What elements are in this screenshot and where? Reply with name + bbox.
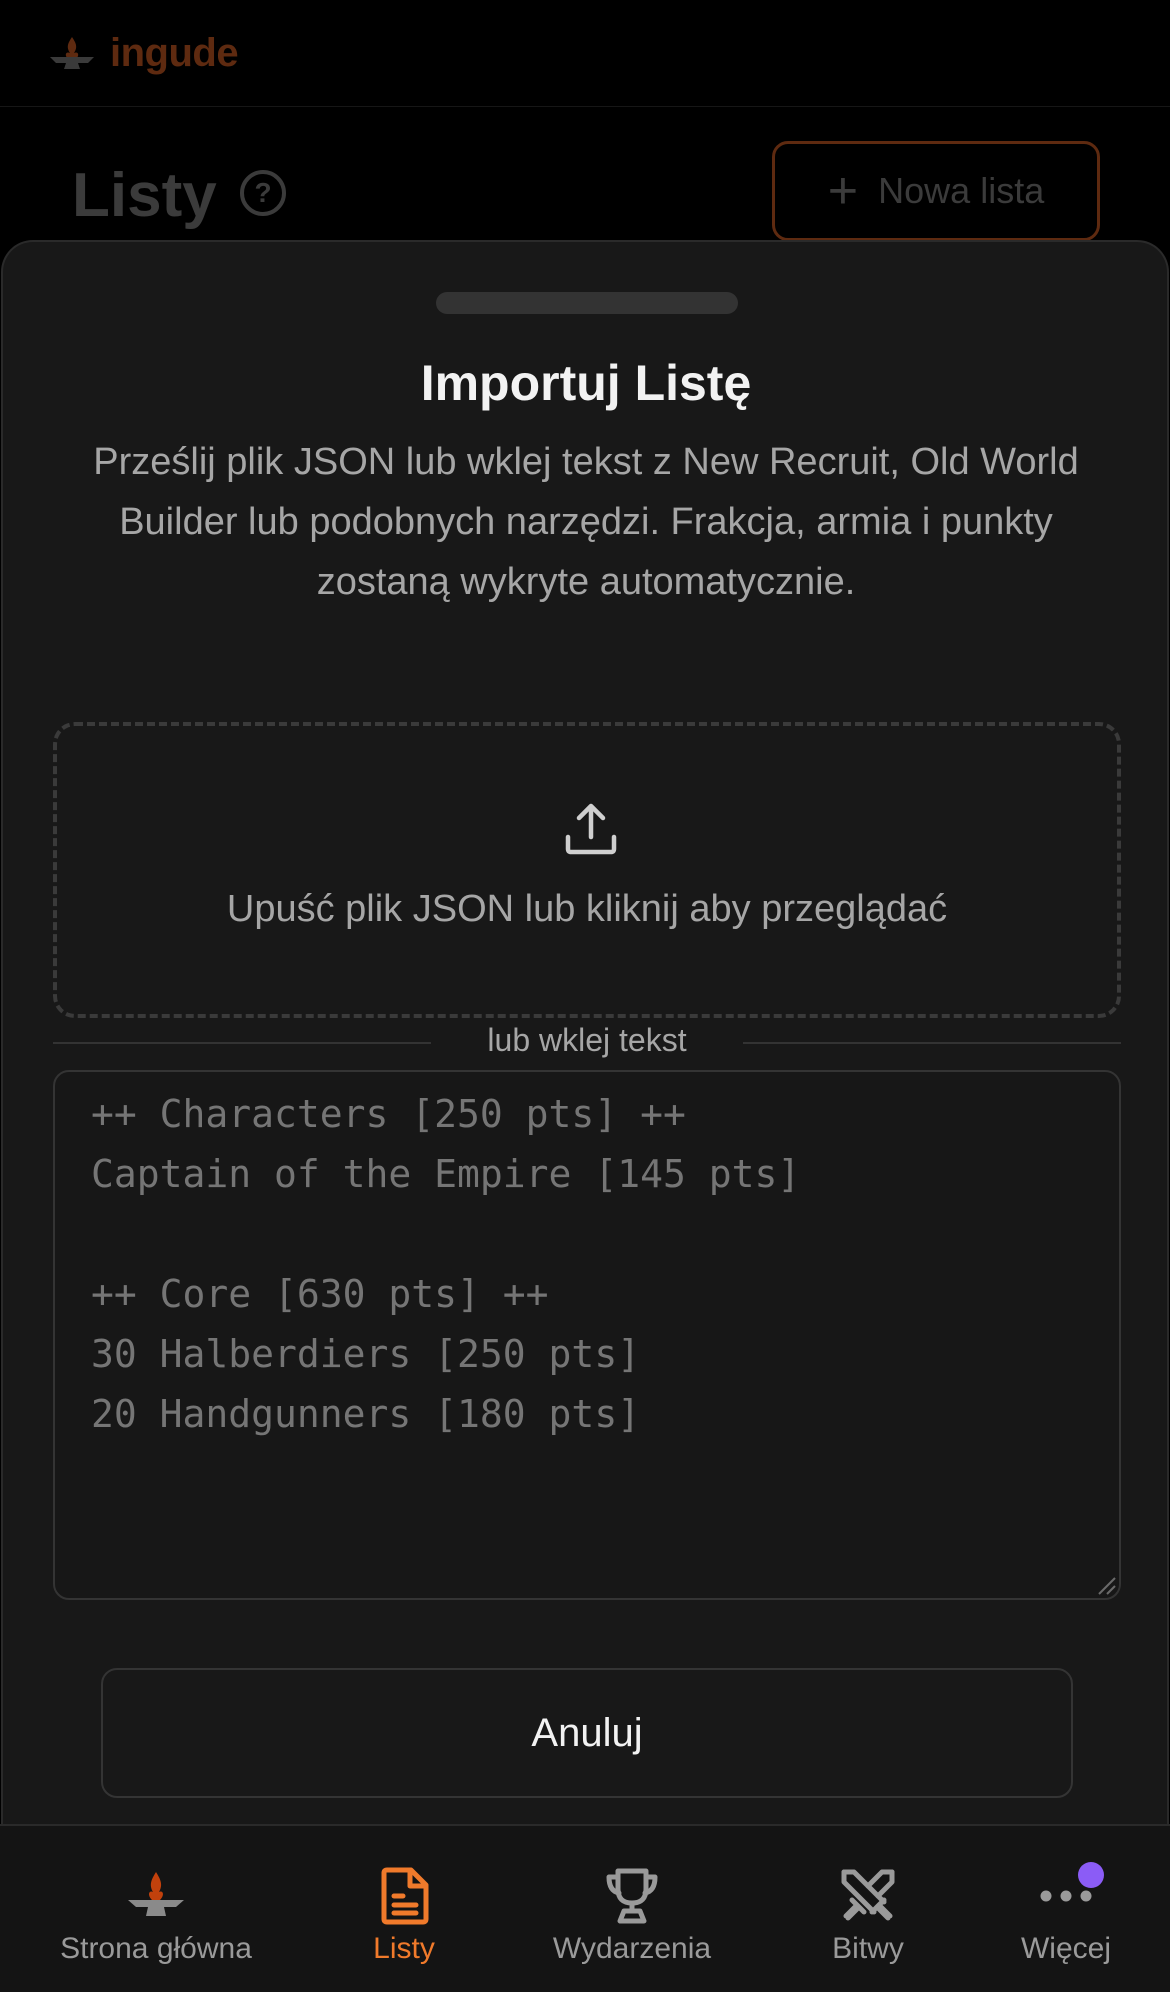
app-header: ingude (0, 0, 1170, 107)
nav-label-battles: Bitwy (832, 1932, 904, 1965)
paste-text-input[interactable] (53, 1070, 1121, 1600)
page-heading-row: Listy ? + Nowa lista (0, 140, 1170, 241)
divider-line-right (743, 1042, 1121, 1044)
cancel-button[interactable]: Anuluj (101, 1668, 1073, 1798)
file-dropzone[interactable]: Upuść plik JSON lub kliknij aby przegląd… (53, 722, 1121, 1018)
trophy-icon (602, 1866, 662, 1926)
import-list-sheet: Importuj Listę Prześlij plik JSON lub wk… (1, 240, 1169, 1940)
nav-item-more[interactable]: Więcej (1002, 1826, 1130, 1992)
crossed-swords-icon (838, 1866, 898, 1926)
plus-icon: + (827, 162, 859, 220)
upload-icon (563, 801, 619, 857)
brand-name[interactable]: ingude (110, 31, 239, 76)
nav-item-home[interactable]: Strona główna (36, 1826, 276, 1992)
question-circle-icon[interactable]: ? (240, 170, 286, 216)
notification-badge (1078, 1862, 1104, 1888)
modal-description: Prześlij plik JSON lub wklej tekst z New… (93, 441, 1079, 603)
anvil-flame-icon (126, 1866, 186, 1926)
import-list-screen: ingude Listy ? + Nowa lista Importuj Lis… (0, 0, 1170, 1992)
nav-item-events[interactable]: Wydarzenia (532, 1826, 732, 1992)
divider-line-left (53, 1042, 431, 1044)
bottom-nav: Strona główna Listy Wydarzenia Bitwy Wię… (0, 1824, 1170, 1992)
anvil-logo-icon (48, 33, 96, 73)
nav-label-lists: Listy (373, 1932, 435, 1965)
divider-label: lub wklej tekst (487, 1022, 687, 1058)
dropzone-text: Upuść plik JSON lub kliknij aby przegląd… (226, 888, 948, 930)
nav-item-lists[interactable]: Listy (324, 1826, 484, 1992)
new-list-button[interactable]: + Nowa lista (772, 141, 1100, 241)
nav-label-events: Wydarzenia (552, 1932, 712, 1965)
document-icon (374, 1866, 434, 1926)
resize-grip-icon[interactable] (1095, 1574, 1117, 1596)
modal-title: Importuj Listę (420, 355, 752, 411)
nav-item-battles[interactable]: Bitwy (808, 1826, 928, 1992)
new-list-label: Nowa lista (878, 170, 1045, 211)
nav-label-more: Więcej (1020, 1932, 1111, 1965)
drag-handle[interactable] (436, 292, 738, 314)
page-title: Listy (72, 161, 217, 230)
nav-label-home: Strona główna (60, 1932, 252, 1965)
